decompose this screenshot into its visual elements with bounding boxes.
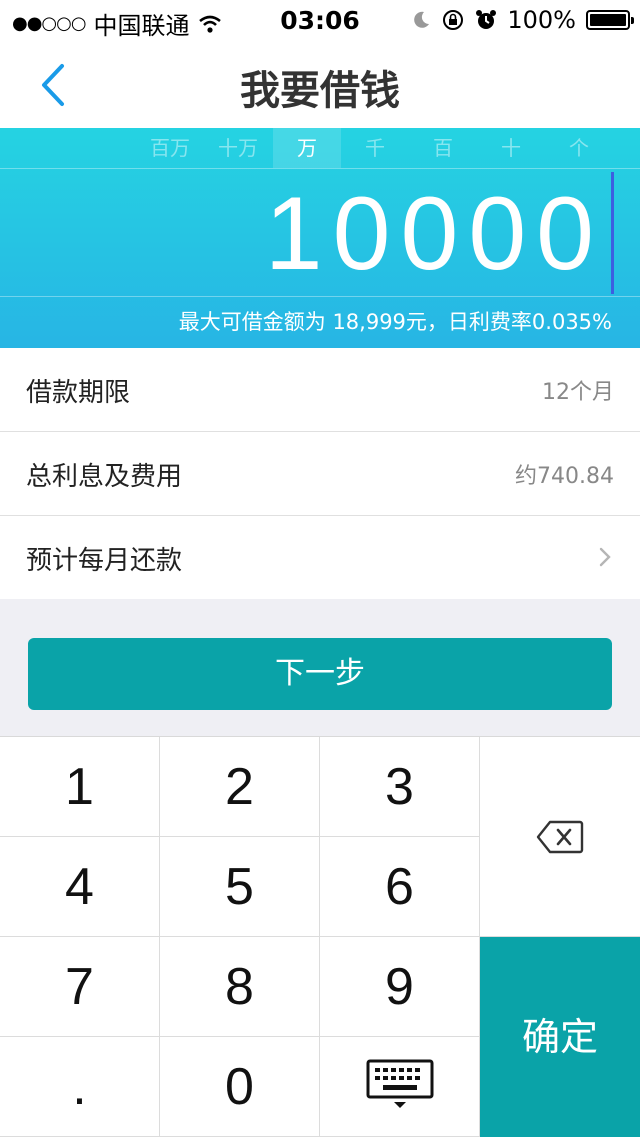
status-right: 100% xyxy=(411,6,634,34)
monthly-repayment-row[interactable]: 预计每月还款 xyxy=(0,516,640,600)
next-step-button[interactable]: 下一步 xyxy=(28,638,612,710)
key-5[interactable]: 5 xyxy=(160,837,320,937)
key-4[interactable]: 4 xyxy=(0,837,160,937)
key-9[interactable]: 9 xyxy=(320,937,480,1037)
unit-ten[interactable]: 十 xyxy=(477,128,545,168)
text-cursor xyxy=(611,172,614,294)
loan-term-value: 12个月 xyxy=(542,380,614,405)
divider xyxy=(0,168,640,169)
amount-input[interactable]: 10000 xyxy=(265,170,604,298)
key-decimal[interactable]: . xyxy=(0,1037,160,1137)
battery-icon xyxy=(586,10,634,30)
key-6[interactable]: 6 xyxy=(320,837,480,937)
amount-panel: 百万 十万 万 千 百 十 个 10000 最大可借金额为 18,999元，日利… xyxy=(0,128,640,348)
unit-million[interactable]: 百万 xyxy=(136,128,204,168)
moon-icon xyxy=(414,11,430,28)
delete-button[interactable] xyxy=(480,737,640,937)
key-8[interactable]: 8 xyxy=(160,937,320,1037)
key-2[interactable]: 2 xyxy=(160,737,320,837)
key-0[interactable]: 0 xyxy=(160,1037,320,1137)
confirm-button[interactable]: 确定 xyxy=(480,937,640,1137)
unit-thousand[interactable]: 千 xyxy=(341,128,409,168)
numeric-keypad: 1 2 3 4 5 6 7 8 9 . 0 确定 xyxy=(0,736,640,1137)
hide-keyboard-button[interactable] xyxy=(320,1037,480,1137)
backspace-icon xyxy=(536,820,584,854)
action-area: 下一步 xyxy=(0,599,640,736)
unit-one[interactable]: 个 xyxy=(545,128,613,168)
key-1[interactable]: 1 xyxy=(0,737,160,837)
loan-info-list: 借款期限 12个月 总利息及费用 约740.84 预计每月还款 xyxy=(0,348,640,600)
battery-percent: 100% xyxy=(507,6,576,34)
total-interest-value: 约740.84 xyxy=(515,464,614,489)
unit-hundred[interactable]: 百 xyxy=(409,128,477,168)
unit-ten-thousand[interactable]: 万 xyxy=(273,128,341,168)
keyboard-icon xyxy=(366,1059,433,1108)
key-7[interactable]: 7 xyxy=(0,937,160,1037)
total-interest-row: 总利息及费用 约740.84 xyxy=(0,432,640,516)
monthly-repayment-label: 预计每月还款 xyxy=(26,546,183,576)
divider xyxy=(0,296,640,297)
loan-term-row[interactable]: 借款期限 12个月 xyxy=(0,348,640,432)
chevron-right-icon xyxy=(599,547,611,567)
page-title: 我要借钱 xyxy=(240,68,400,114)
rotation-lock-icon xyxy=(443,10,464,30)
loan-term-label: 借款期限 xyxy=(26,378,131,408)
total-interest-label: 总利息及费用 xyxy=(26,462,183,492)
borrow-limit-note: 最大可借金额为 18,999元，日利费率0.035% xyxy=(178,310,612,334)
unit-hundred-thousand[interactable]: 十万 xyxy=(204,128,272,168)
navigation-bar: 我要借钱 xyxy=(0,40,640,128)
key-3[interactable]: 3 xyxy=(320,737,480,837)
digit-place-selector: 百万 十万 万 千 百 十 个 xyxy=(0,128,640,168)
alarm-clock-icon xyxy=(476,10,497,29)
status-bar: ●●○○○ 中国联通 03:06 100% xyxy=(0,0,640,40)
